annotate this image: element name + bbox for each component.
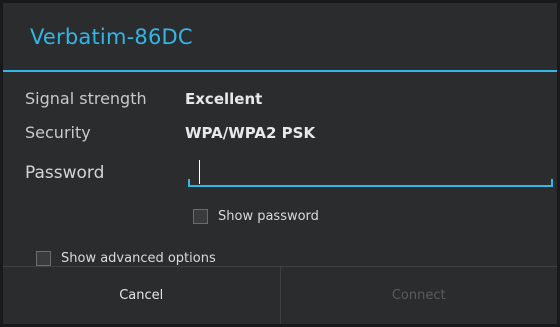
dialog-button-bar: Cancel Connect [3,266,557,324]
wifi-connect-dialog: Verbatim-86DC Signal strength Excellent … [0,0,560,327]
show-advanced-checkbox[interactable] [36,251,51,266]
input-left-tick [188,179,190,187]
cancel-button[interactable]: Cancel [3,267,281,324]
signal-strength-row: Signal strength Excellent [25,89,262,108]
input-right-tick [551,179,553,187]
password-label: Password [25,163,105,183]
show-password-option[interactable]: Show password [193,209,319,224]
signal-strength-value: Excellent [185,89,263,108]
show-advanced-option[interactable]: Show advanced options [36,251,216,266]
dialog-title: Verbatim-86DC [30,24,193,49]
show-advanced-label: Show advanced options [61,251,216,266]
connect-button[interactable]: Connect [281,267,558,324]
signal-strength-label: Signal strength [25,89,147,108]
show-password-checkbox[interactable] [193,209,208,224]
password-row: Password [25,163,104,183]
security-row: Security WPA/WPA2 PSK [25,123,315,142]
show-password-label: Show password [218,209,319,224]
text-cursor [199,160,200,184]
security-label: Security [25,123,91,142]
dialog-title-bar: Verbatim-86DC [3,3,557,72]
password-input[interactable] [188,153,553,187]
security-value: WPA/WPA2 PSK [185,123,316,142]
